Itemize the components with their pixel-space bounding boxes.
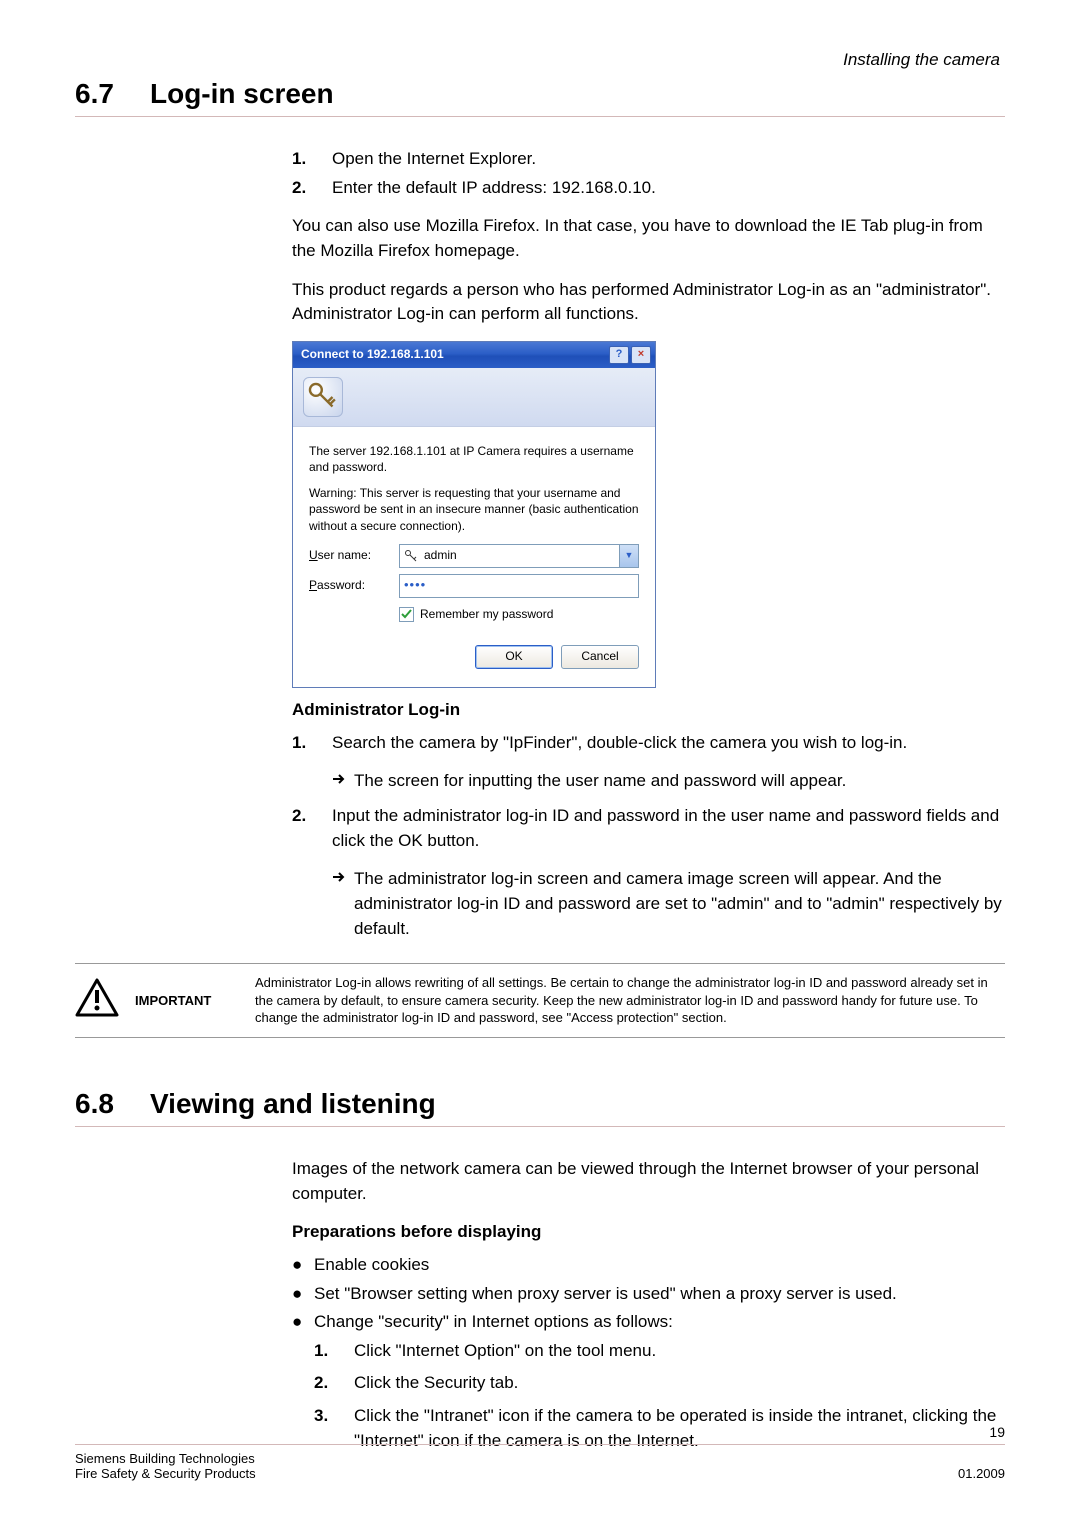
username-label: User name: xyxy=(309,547,399,564)
remember-row[interactable]: Remember my password xyxy=(399,606,639,623)
list-text: Enable cookies xyxy=(314,1253,429,1278)
list-number: 2. xyxy=(292,804,332,853)
section-number: 6.8 xyxy=(75,1088,150,1120)
divider xyxy=(75,1126,1005,1127)
login-dialog: Connect to 192.168.1.101 ? × The server … xyxy=(292,341,656,688)
username-input[interactable]: admin ▼ xyxy=(399,544,639,568)
dialog-titlebar: Connect to 192.168.1.101 ? × xyxy=(293,342,655,368)
dialog-banner xyxy=(293,368,655,427)
list-item: ● Enable cookies xyxy=(292,1253,1005,1278)
list-text: Set "Browser setting when proxy server i… xyxy=(314,1282,897,1307)
list-item: 1. Click "Internet Option" on the tool m… xyxy=(314,1339,1005,1364)
list-text: Click the Security tab. xyxy=(354,1371,1005,1396)
chevron-down-icon[interactable]: ▼ xyxy=(619,545,638,567)
page-footer: 19 Siemens Building Technologies Fire Sa… xyxy=(75,1424,1005,1481)
list-item: 2. Enter the default IP address: 192.168… xyxy=(292,176,1005,201)
section-6-7-heading: 6.7 Log-in screen xyxy=(75,78,1005,110)
result-row: The screen for inputting the user name a… xyxy=(332,769,1005,794)
section-6-8-heading: 6.8 Viewing and listening xyxy=(75,1088,1005,1120)
ordered-list: 1. Open the Internet Explorer. 2. Enter … xyxy=(292,147,1005,200)
close-icon[interactable]: × xyxy=(631,346,651,364)
important-text: Administrator Log-in allows rewriting of… xyxy=(255,974,1005,1027)
password-input[interactable]: •••• xyxy=(399,574,639,598)
password-label: Password: xyxy=(309,577,399,594)
section-title: Viewing and listening xyxy=(150,1088,436,1120)
list-number: 1. xyxy=(292,147,332,172)
bullet-icon: ● xyxy=(292,1282,314,1307)
divider xyxy=(75,1444,1005,1445)
running-header: Installing the camera xyxy=(75,50,1005,70)
list-item: ● Set "Browser setting when proxy server… xyxy=(292,1282,1005,1307)
ok-button[interactable]: OK xyxy=(475,645,553,669)
list-item: 2. Input the administrator log-in ID and… xyxy=(292,804,1005,853)
ordered-list: 1. Search the camera by "IpFinder", doub… xyxy=(292,731,1005,756)
ordered-list: 2. Input the administrator log-in ID and… xyxy=(292,804,1005,853)
important-note: IMPORTANT Administrator Log-in allows re… xyxy=(75,963,1005,1038)
result-text: The screen for inputting the user name a… xyxy=(354,769,1005,794)
list-text: Click "Internet Option" on the tool menu… xyxy=(354,1339,1005,1364)
remember-label: Remember my password xyxy=(420,606,553,623)
divider xyxy=(75,116,1005,117)
result-row: The administrator log-in screen and came… xyxy=(332,867,1005,941)
list-item: 1. Search the camera by "IpFinder", doub… xyxy=(292,731,1005,756)
subheading: Preparations before displaying xyxy=(292,1220,1005,1245)
important-label: IMPORTANT xyxy=(135,993,255,1008)
page-number: 19 xyxy=(75,1424,1005,1440)
list-text: Input the administrator log-in ID and pa… xyxy=(332,804,1005,853)
paragraph: You can also use Mozilla Firefox. In tha… xyxy=(292,214,1005,263)
list-item: 1. Open the Internet Explorer. xyxy=(292,147,1005,172)
list-text: Change "security" in Internet options as… xyxy=(314,1310,673,1335)
arrow-right-icon xyxy=(332,769,354,794)
result-text: The administrator log-in screen and came… xyxy=(354,867,1005,941)
remember-checkbox[interactable] xyxy=(399,607,414,622)
list-item: 2. Click the Security tab. xyxy=(314,1371,1005,1396)
dialog-text: The server 192.168.1.101 at IP Camera re… xyxy=(309,443,639,475)
cancel-button[interactable]: Cancel xyxy=(561,645,639,669)
list-number: 2. xyxy=(292,176,332,201)
footer-line2: Fire Safety & Security Products xyxy=(75,1466,256,1481)
key-icon xyxy=(404,549,418,563)
bullet-icon: ● xyxy=(292,1253,314,1278)
help-icon[interactable]: ? xyxy=(609,346,629,364)
list-text: Enter the default IP address: 192.168.0.… xyxy=(332,176,1005,201)
footer-date: 01.2009 xyxy=(958,1466,1005,1481)
dialog-title: Connect to 192.168.1.101 xyxy=(301,346,444,363)
subheading: Administrator Log-in xyxy=(292,698,1005,723)
list-number: 1. xyxy=(292,731,332,756)
warning-icon xyxy=(75,978,135,1023)
keys-icon xyxy=(303,377,343,417)
list-text: Open the Internet Explorer. xyxy=(332,147,1005,172)
username-value: admin xyxy=(424,547,457,564)
list-number: 2. xyxy=(314,1371,354,1396)
dialog-warning: Warning: This server is requesting that … xyxy=(309,485,639,534)
password-row: Password: •••• xyxy=(309,574,639,598)
bullet-icon: ● xyxy=(292,1310,314,1335)
list-number: 1. xyxy=(314,1339,354,1364)
footer-line1: Siemens Building Technologies xyxy=(75,1451,256,1466)
paragraph: This product regards a person who has pe… xyxy=(292,278,1005,327)
paragraph: Images of the network camera can be view… xyxy=(292,1157,1005,1206)
section-title: Log-in screen xyxy=(150,78,334,110)
username-row: User name: admin ▼ xyxy=(309,544,639,568)
list-item: ● Change "security" in Internet options … xyxy=(292,1310,1005,1335)
list-text: Search the camera by "IpFinder", double-… xyxy=(332,731,1005,756)
password-value: •••• xyxy=(404,576,426,595)
arrow-right-icon xyxy=(332,867,354,941)
section-number: 6.7 xyxy=(75,78,150,110)
